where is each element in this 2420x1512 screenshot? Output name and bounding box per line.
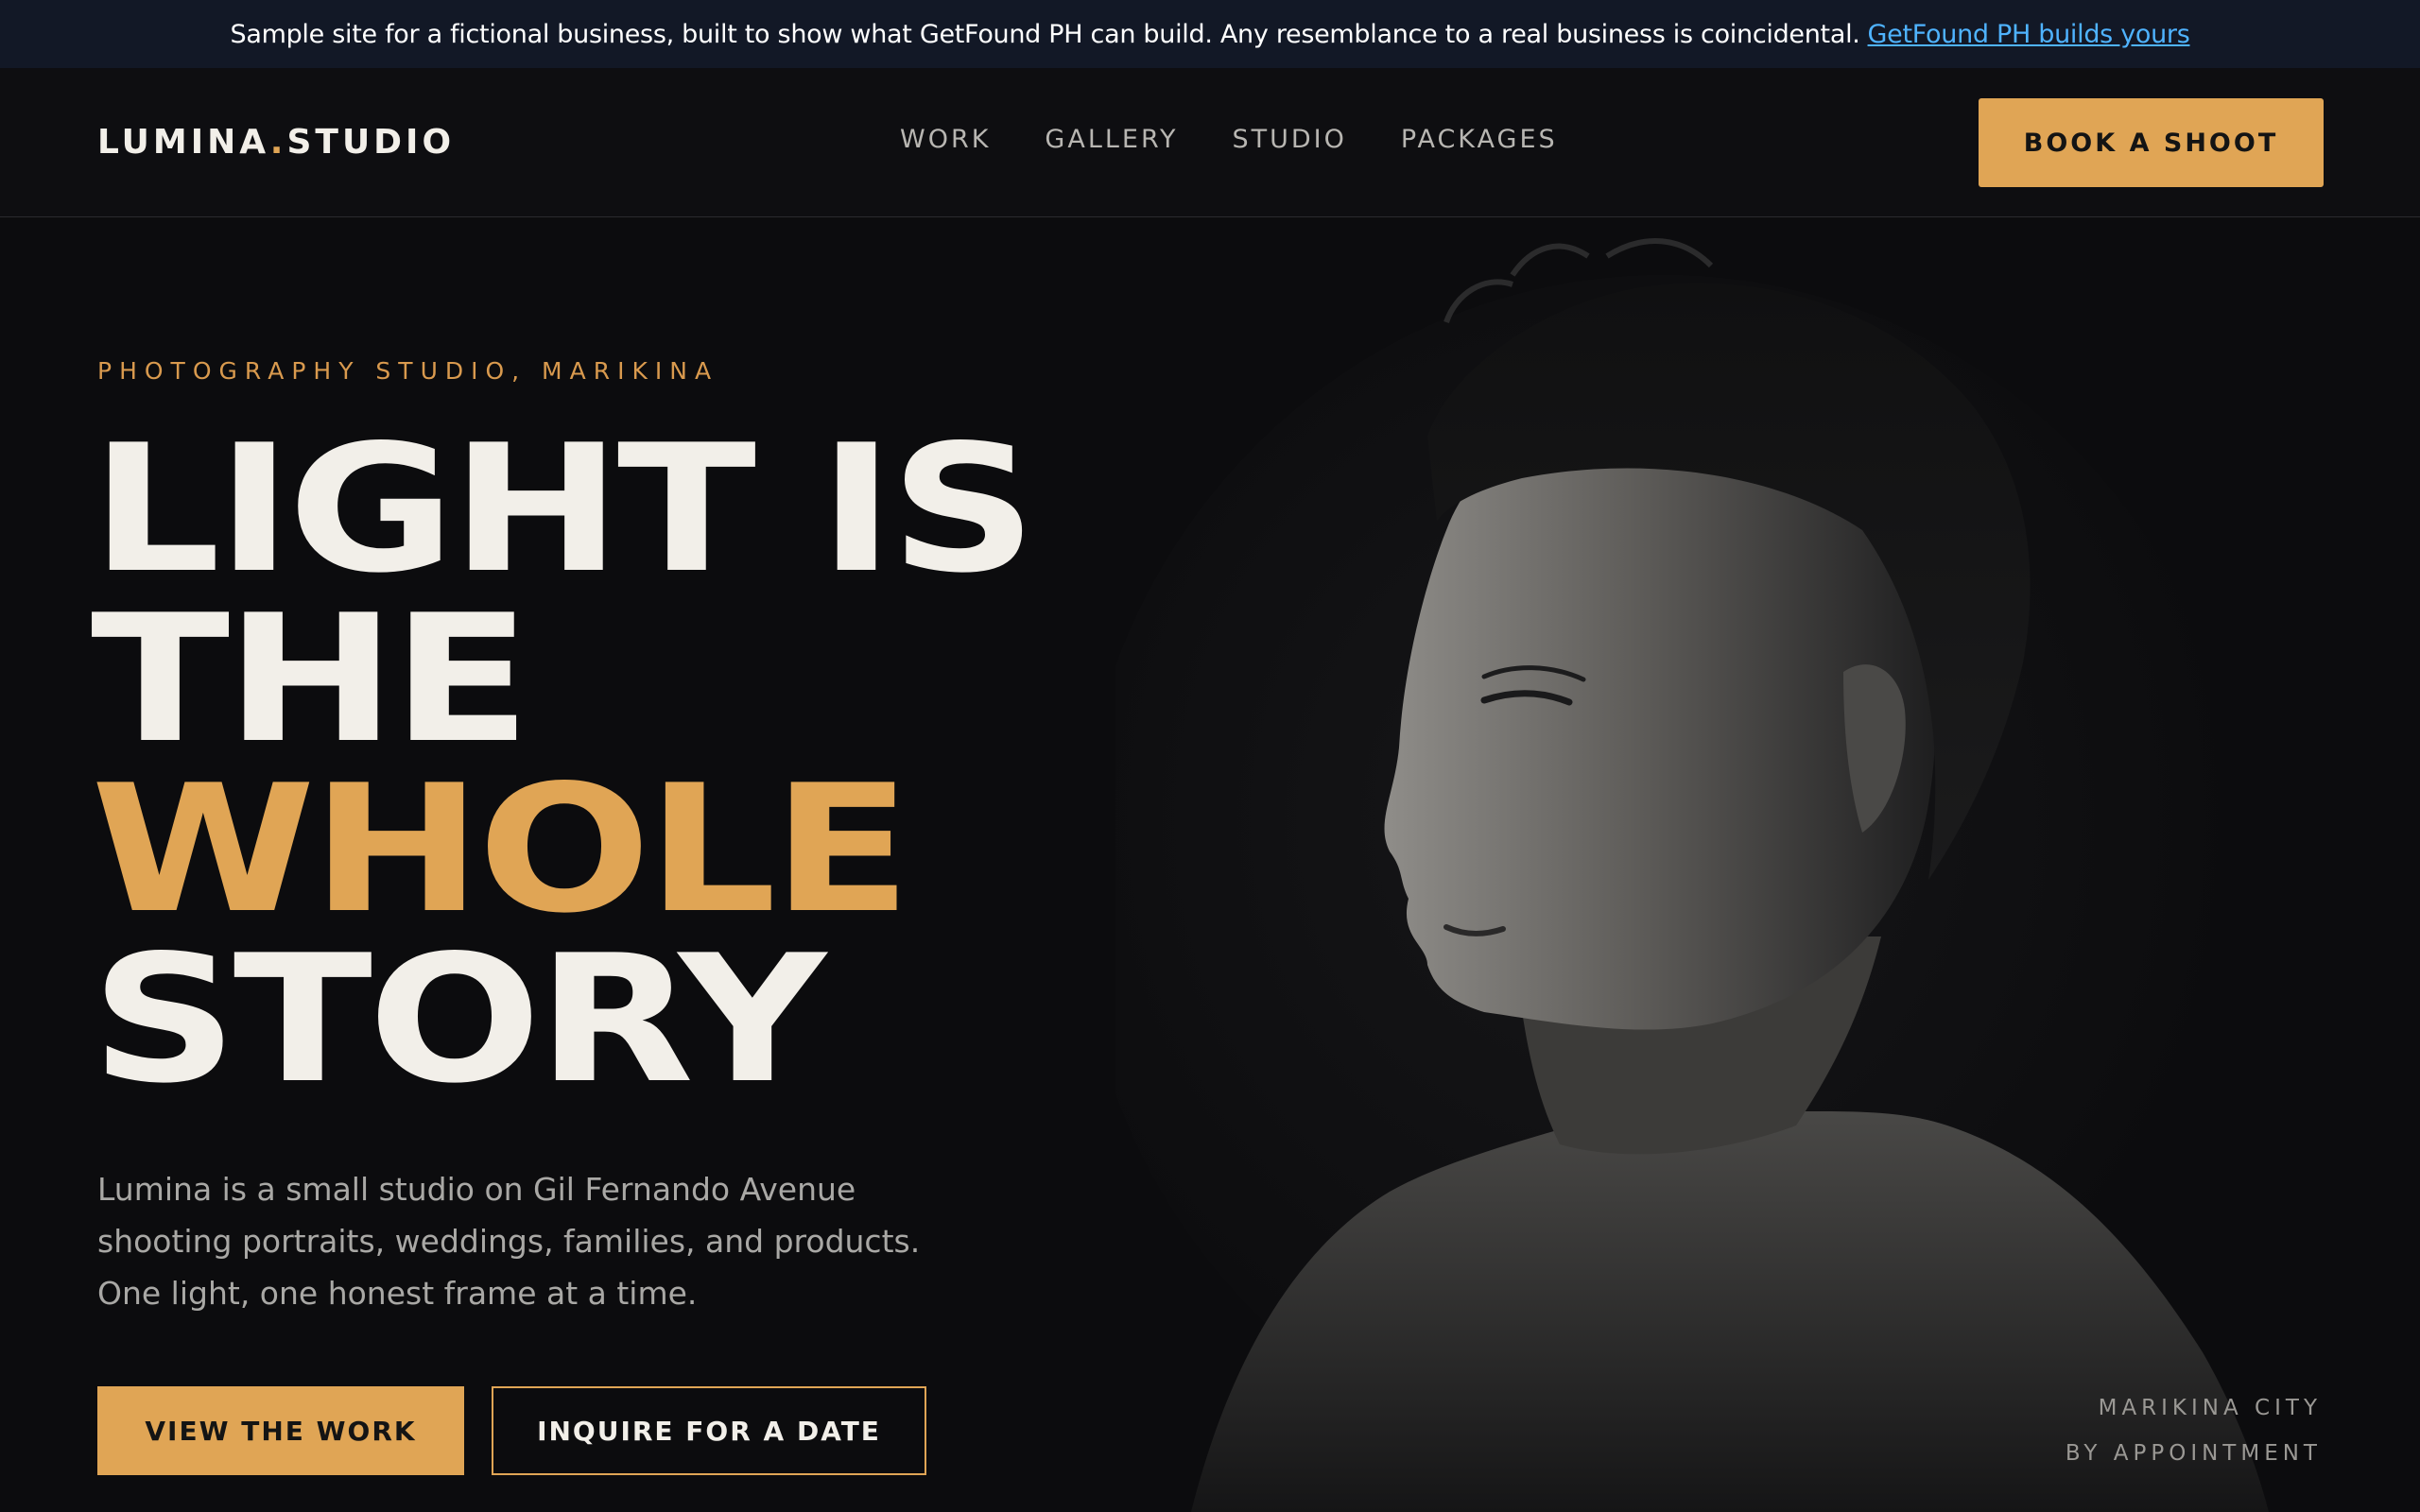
nav-link-gallery[interactable]: GALLERY (1045, 125, 1178, 154)
site-header: LUMINA.STUDIO WORK GALLERY STUDIO PACKAG… (0, 68, 2420, 217)
logo-suffix: STUDIO (286, 123, 456, 162)
site-logo[interactable]: LUMINA.STUDIO (97, 123, 455, 162)
hero-description: Lumina is a small studio on Gil Fernando… (97, 1171, 921, 1312)
nav-link-studio[interactable]: STUDIO (1233, 125, 1347, 154)
location-note: MARIKINA CITY BY APPOINTMENT (2066, 1385, 2322, 1476)
location-city: MARIKINA CITY (2098, 1396, 2322, 1420)
headline-line-3: WHOLE (91, 747, 911, 952)
hero-headline: LIGHT IS THE WHOLE STORY (91, 406, 1037, 1122)
nav-link-work[interactable]: WORK (900, 125, 991, 154)
logo-name: LUMINA (97, 123, 270, 162)
headline-line-2: THE (91, 576, 531, 782)
view-the-work-button[interactable]: VIEW THE WORK (97, 1386, 464, 1475)
headline-line-4: STORY (91, 917, 826, 1122)
banner-text: Sample site for a fictional business, bu… (230, 19, 1860, 49)
banner-link[interactable]: GetFound PH builds yours (1868, 20, 2190, 49)
nav-link-packages[interactable]: PACKAGES (1401, 125, 1558, 154)
sample-site-banner: Sample site for a fictional business, bu… (0, 0, 2420, 68)
logo-dot: . (269, 123, 287, 162)
hero-eyebrow: PHOTOGRAPHY STUDIO, MARIKINA (97, 357, 719, 385)
book-a-shoot-button[interactable]: BOOK A SHOOT (1979, 98, 2324, 187)
main-nav: WORK GALLERY STUDIO PACKAGES (900, 125, 1558, 154)
headline-line-1: LIGHT IS (91, 406, 1037, 611)
location-availability: BY APPOINTMENT (2065, 1441, 2322, 1466)
hero-section: PHOTOGRAPHY STUDIO, MARIKINA LIGHT IS TH… (0, 218, 2420, 1512)
portrait-photo (1115, 218, 2420, 1512)
inquire-for-a-date-button[interactable]: INQUIRE FOR A DATE (492, 1386, 926, 1475)
